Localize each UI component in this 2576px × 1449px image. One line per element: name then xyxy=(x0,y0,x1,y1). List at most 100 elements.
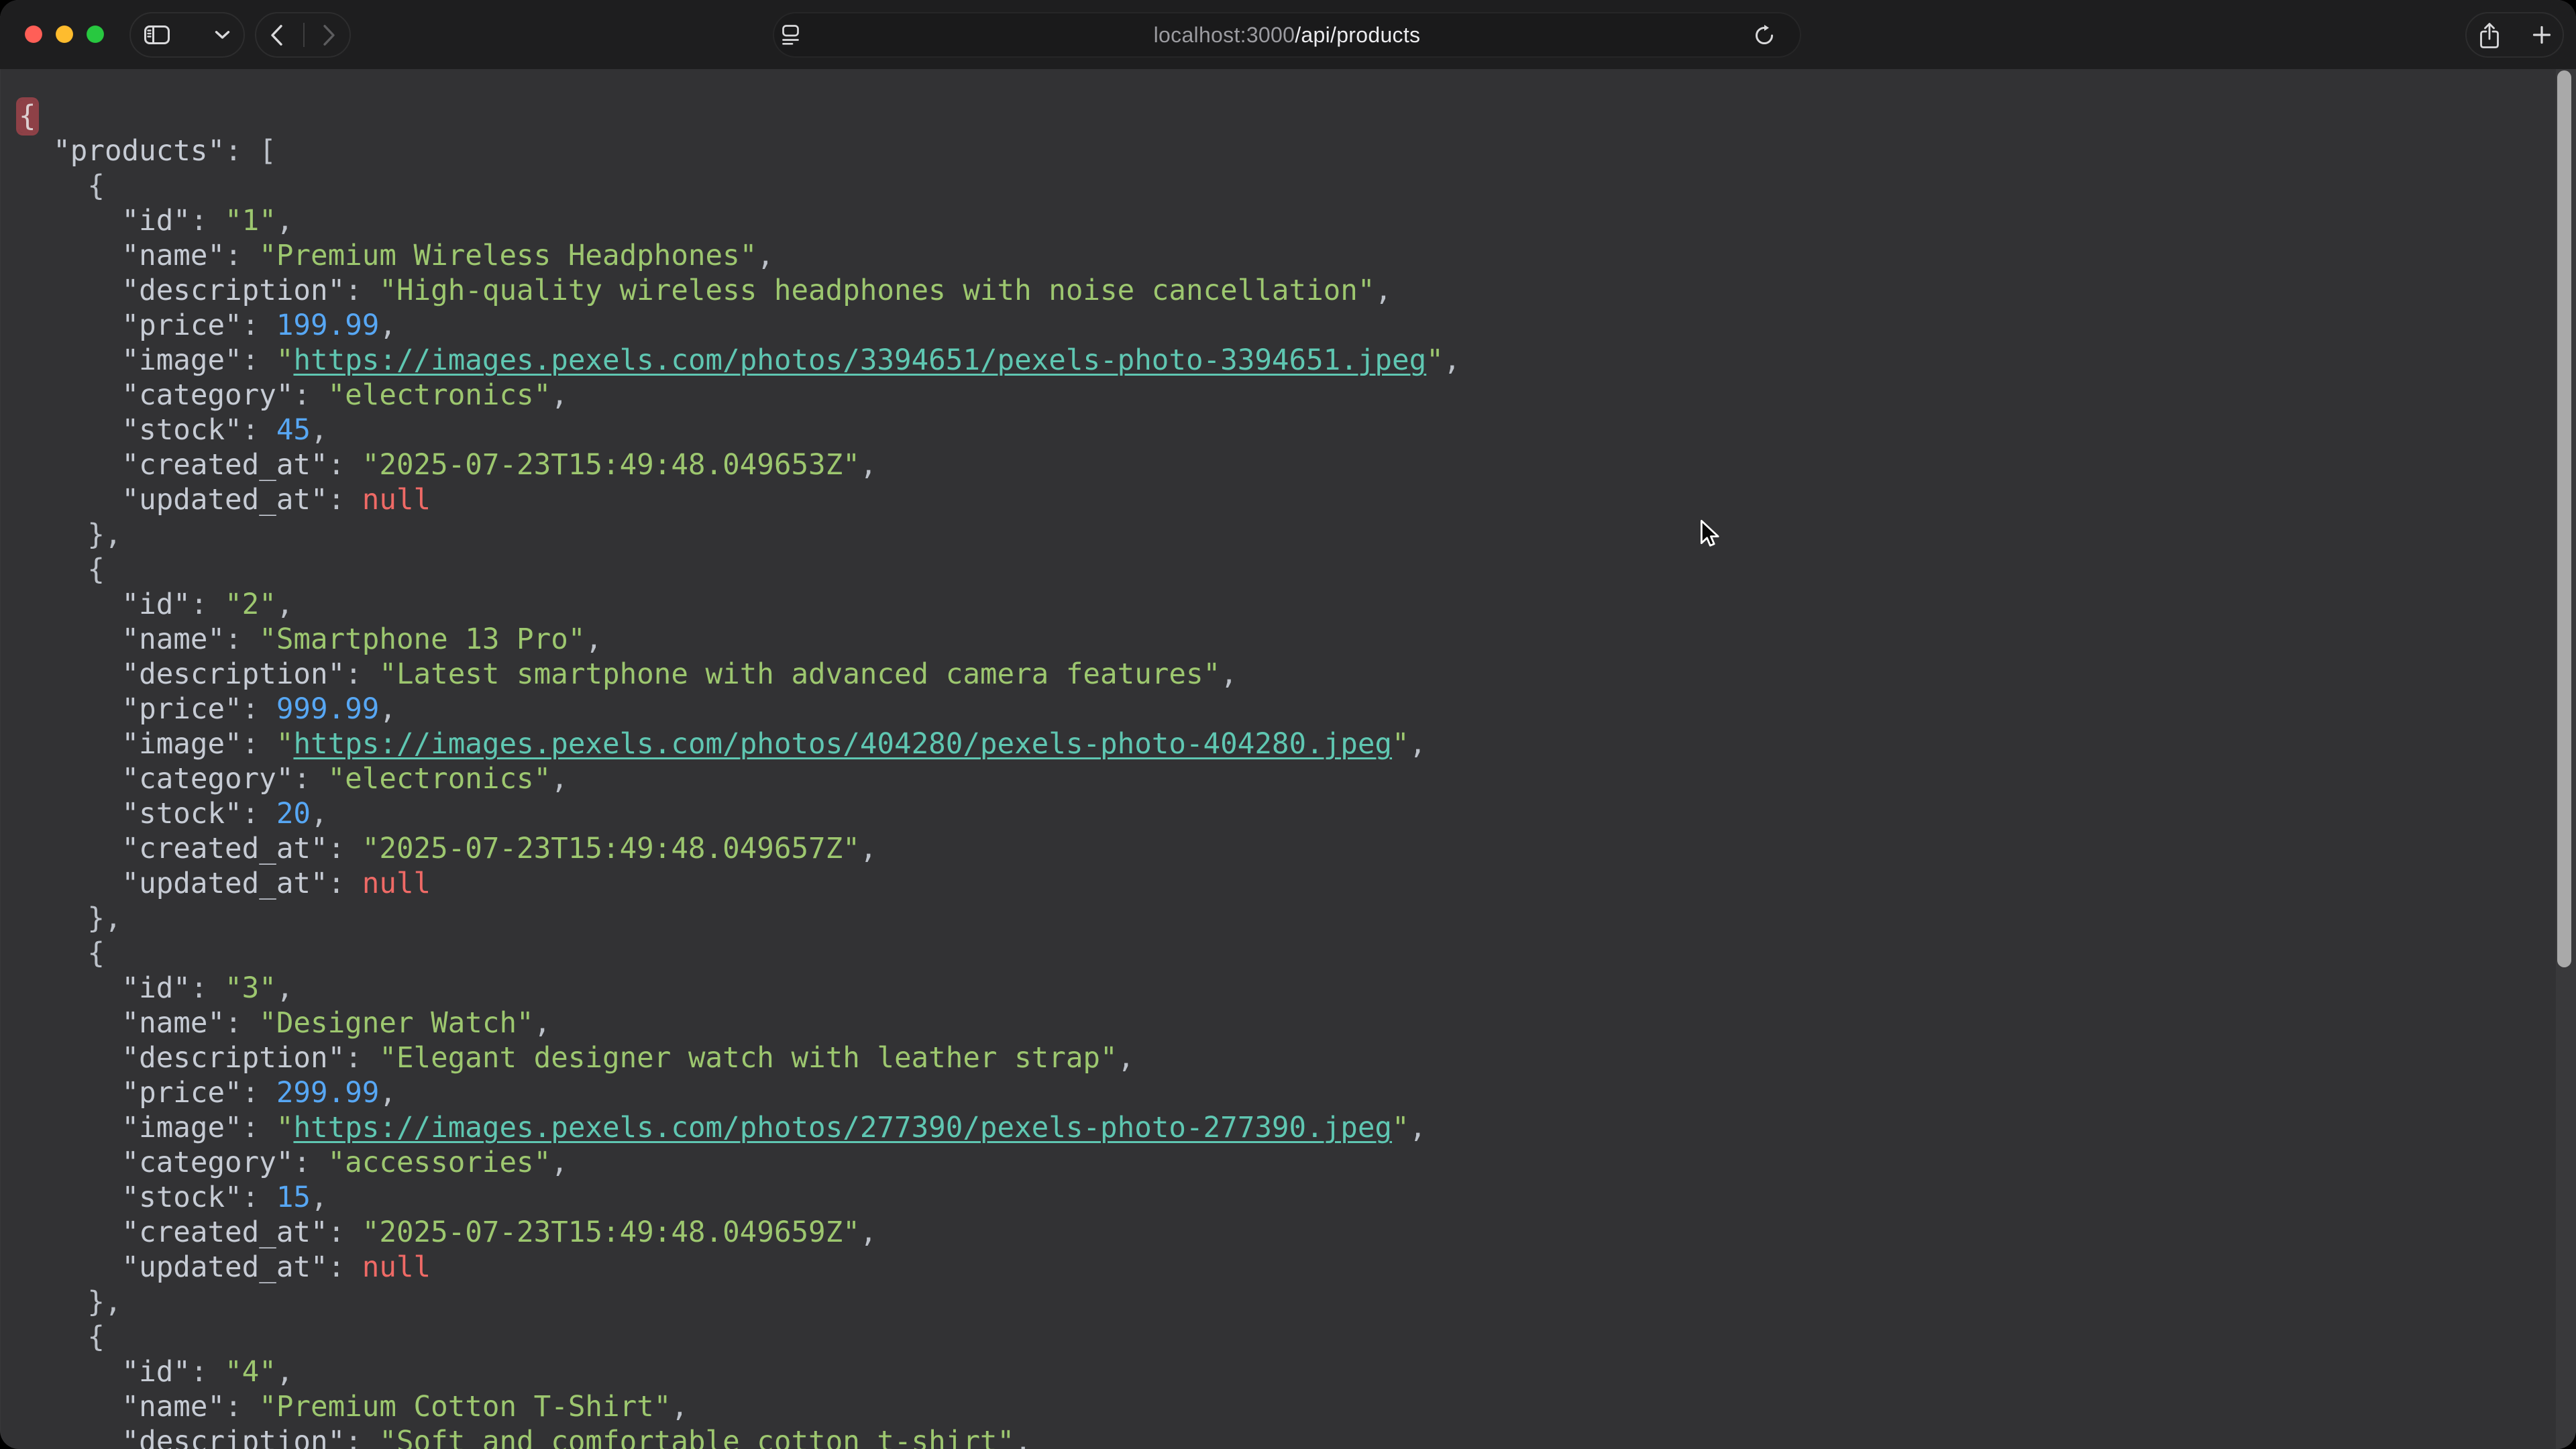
json-token: "electronics" xyxy=(328,763,551,796)
json-token: : xyxy=(242,798,276,830)
json-token: : xyxy=(191,205,225,237)
json-token: : xyxy=(328,1216,362,1249)
json-token: , xyxy=(860,833,877,865)
json-token: , xyxy=(860,449,877,482)
share-button[interactable] xyxy=(2478,21,2501,49)
json-token: }, xyxy=(19,1286,122,1319)
json-token xyxy=(19,1077,122,1110)
json-token: "Latest smartphone with advanced camera … xyxy=(379,658,1220,691)
json-token: "category" xyxy=(122,763,294,796)
json-token: "updated_at" xyxy=(122,1251,328,1284)
sidebar-toggle-group xyxy=(129,12,245,58)
reload-button[interactable] xyxy=(1753,23,1776,47)
json-token: 20 xyxy=(276,798,311,830)
json-link[interactable]: https://images.pexels.com/photos/3394651… xyxy=(293,344,1426,377)
json-token: }, xyxy=(19,902,122,935)
json-token: "price" xyxy=(122,1077,242,1110)
json-token: "2" xyxy=(225,588,276,621)
json-token: , xyxy=(534,1007,551,1040)
json-token: : xyxy=(191,972,225,1005)
json-token: "Premium Cotton T-Shirt" xyxy=(259,1391,671,1424)
json-token xyxy=(19,1251,122,1284)
json-token: "id" xyxy=(122,588,191,621)
minimize-button[interactable] xyxy=(56,25,73,43)
json-token: "Premium Wireless Headphones" xyxy=(259,239,757,272)
page-settings-button[interactable] xyxy=(782,25,799,45)
chevron-down-icon xyxy=(215,30,230,40)
json-token: : xyxy=(225,239,259,272)
url-bar[interactable]: localhost:3000/api/products xyxy=(773,12,1801,58)
json-token: , xyxy=(1444,344,1461,377)
json-token: , xyxy=(585,623,602,656)
tab-chevron-button[interactable] xyxy=(215,30,230,40)
json-token: " xyxy=(1392,1112,1409,1144)
json-token: , xyxy=(311,414,328,447)
scrollbar-thumb[interactable] xyxy=(2557,70,2571,967)
json-token: : xyxy=(242,309,276,342)
json-token: " xyxy=(276,728,294,761)
json-token xyxy=(19,309,122,342)
json-token xyxy=(19,972,122,1005)
json-token: : xyxy=(293,379,327,412)
json-token: : xyxy=(328,867,362,900)
json-token xyxy=(19,1042,122,1075)
json-token: "description" xyxy=(122,658,345,691)
json-token: "2025-07-23T15:49:48.049659Z" xyxy=(362,1216,860,1249)
mouse-cursor xyxy=(1697,519,1723,549)
json-token: { xyxy=(19,553,105,586)
json-token: "Soft and comfortable cotton t-shirt" xyxy=(379,1426,1014,1449)
json-token: 199.99 xyxy=(276,309,380,342)
json-token xyxy=(19,135,53,168)
json-token: : xyxy=(242,693,276,726)
json-token: "Smartphone 13 Pro" xyxy=(259,623,585,656)
json-token xyxy=(19,728,122,761)
traffic-lights xyxy=(25,25,104,43)
json-token: "price" xyxy=(122,309,242,342)
json-token xyxy=(19,623,122,656)
json-link[interactable]: https://images.pexels.com/photos/404280/… xyxy=(293,728,1392,761)
json-token: " xyxy=(276,344,294,377)
chevron-left-icon xyxy=(270,24,284,46)
sidebar-toggle-button[interactable] xyxy=(144,25,170,44)
forward-button[interactable] xyxy=(322,24,336,46)
json-token: "description" xyxy=(122,1042,345,1075)
json-token: , xyxy=(311,798,328,830)
json-token: : [ xyxy=(225,135,276,168)
scrollbar-track[interactable] xyxy=(2556,69,2576,1449)
json-token: , xyxy=(379,309,396,342)
json-token: " xyxy=(276,1112,294,1144)
json-token: "High-quality wireless headphones with n… xyxy=(379,274,1375,307)
json-token: : xyxy=(345,1042,379,1075)
json-token: " xyxy=(1426,344,1444,377)
json-token xyxy=(19,1181,122,1214)
close-button[interactable] xyxy=(25,25,42,43)
new-tab-button[interactable] xyxy=(2532,25,2551,44)
json-token: "2025-07-23T15:49:48.049653Z" xyxy=(362,449,860,482)
chevron-right-icon xyxy=(322,24,336,46)
json-token xyxy=(19,449,122,482)
json-token: , xyxy=(311,1181,328,1214)
share-icon xyxy=(2478,21,2501,49)
url-path: /api/products xyxy=(1295,23,1420,47)
json-token: "4" xyxy=(225,1356,276,1389)
json-token: , xyxy=(757,239,774,272)
json-token: : xyxy=(225,1391,259,1424)
json-token xyxy=(19,833,122,865)
json-token: "accessories" xyxy=(328,1146,551,1179)
json-token xyxy=(19,1426,122,1449)
json-token xyxy=(19,274,122,307)
json-token: , xyxy=(276,972,294,1005)
zoom-button[interactable] xyxy=(87,25,104,43)
back-button[interactable] xyxy=(270,24,284,46)
json-token: 45 xyxy=(276,414,311,447)
json-token: : xyxy=(242,1077,276,1110)
json-token xyxy=(19,1356,122,1389)
json-token: "category" xyxy=(122,379,294,412)
json-token: "3" xyxy=(225,972,276,1005)
json-link[interactable]: https://images.pexels.com/photos/277390/… xyxy=(293,1112,1392,1144)
json-token: : xyxy=(328,1251,362,1284)
nav-group xyxy=(255,12,351,58)
json-token: : xyxy=(328,484,362,517)
json-token: "stock" xyxy=(122,1181,242,1214)
json-token: 299.99 xyxy=(276,1077,380,1110)
